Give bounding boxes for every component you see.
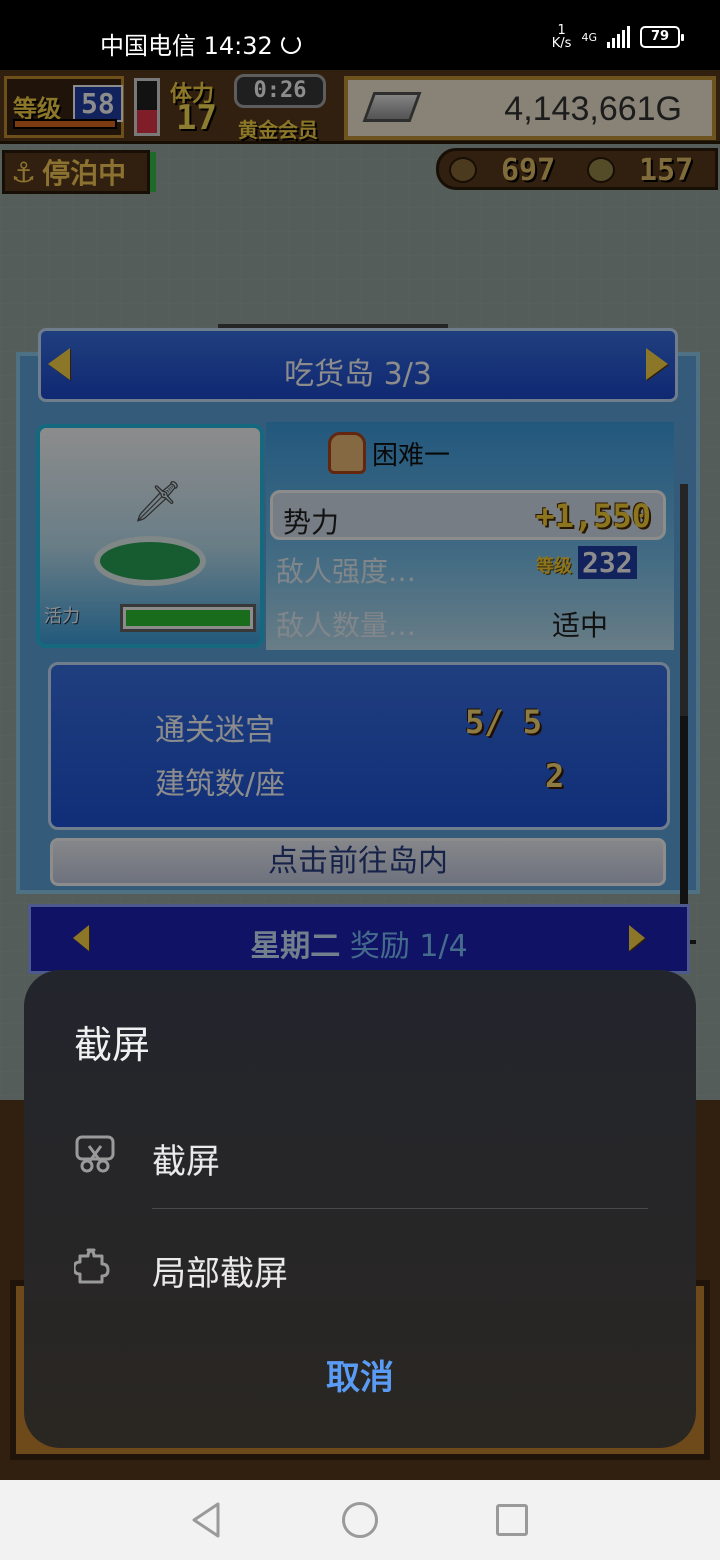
signal-icon	[607, 26, 630, 48]
screenshot-sheet: 截屏 截屏 局部截屏 取消	[24, 970, 696, 1448]
carrier-time: 中国电信 14:32	[100, 32, 273, 60]
cancel-button[interactable]: 取消	[24, 1350, 696, 1406]
puzzle-partial-screenshot-icon	[74, 1248, 110, 1284]
network-type: 4G	[581, 30, 597, 44]
scissors-screenshot-icon	[75, 1135, 115, 1173]
battery-level: 79	[650, 29, 670, 44]
partial-screenshot-option[interactable]: 局部截屏	[24, 1220, 696, 1310]
status-left: 中国电信 14:32	[100, 26, 301, 61]
home-icon[interactable]	[342, 1502, 378, 1538]
net-speed-unit: K/s	[551, 36, 572, 51]
screenshot-option[interactable]: 截屏	[24, 1108, 696, 1198]
status-right: 1 K/s 4G 79	[552, 24, 684, 50]
back-icon[interactable]	[188, 1500, 228, 1540]
screenshot-option-label: 截屏	[152, 1142, 220, 1182]
sheet-title: 截屏	[74, 1023, 151, 1067]
option-divider	[152, 1208, 648, 1209]
loading-icon	[280, 33, 301, 54]
navigation-bar	[0, 1480, 720, 1560]
status-bar: 中国电信 14:32 1 K/s 4G 79	[0, 0, 720, 70]
recent-apps-icon[interactable]	[496, 1504, 528, 1536]
partial-screenshot-option-label: 局部截屏	[152, 1254, 288, 1294]
battery-icon: 79	[640, 26, 684, 48]
net-speed: 1 K/s	[552, 24, 572, 50]
